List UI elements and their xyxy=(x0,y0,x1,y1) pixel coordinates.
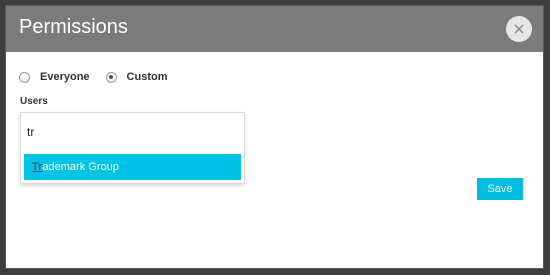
screen-backdrop: Permissions Everyone Custom Users tr Tra… xyxy=(0,0,550,275)
permissions-dialog: Permissions Everyone Custom Users tr Tra… xyxy=(5,5,544,269)
close-icon xyxy=(514,24,524,34)
radio-everyone[interactable] xyxy=(19,71,30,83)
suggestion-rest-text: ademark Group xyxy=(42,161,119,173)
dialog-header: Permissions xyxy=(6,6,543,52)
radio-everyone-label: Everyone xyxy=(40,71,90,83)
users-autocomplete: Trademark Group xyxy=(20,112,245,184)
radio-custom-label: Custom xyxy=(126,71,168,83)
suggestion-match-text: Tr xyxy=(32,161,43,173)
radio-option-custom[interactable]: Custom xyxy=(105,71,168,83)
radio-option-everyone[interactable]: Everyone xyxy=(19,71,90,83)
suggestion-item[interactable]: Trademark Group xyxy=(24,154,241,180)
users-label: Users xyxy=(20,96,48,107)
close-button[interactable] xyxy=(506,16,532,42)
dialog-title: Permissions xyxy=(19,16,128,38)
visibility-radio-group: Everyone Custom xyxy=(19,69,183,85)
users-search-input[interactable] xyxy=(21,113,244,151)
save-button[interactable]: Save xyxy=(477,178,523,200)
radio-custom[interactable] xyxy=(105,71,117,83)
